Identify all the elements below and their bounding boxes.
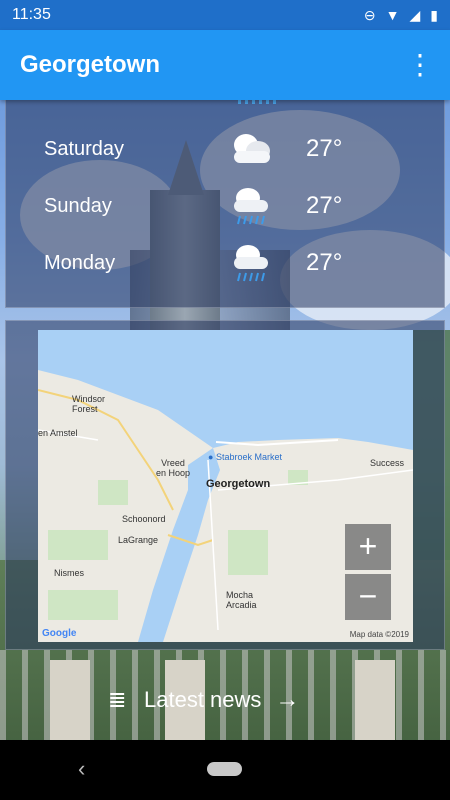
- status-bar: 11:35 ⊖ ▼ ◢ ▮: [0, 0, 450, 30]
- wifi-icon: ▼: [385, 7, 400, 23]
- home-pill-button[interactable]: [207, 762, 242, 776]
- battery-icon: ▮: [430, 6, 438, 23]
- temperature: 27°: [306, 249, 343, 276]
- arrow-right-icon: →: [275, 686, 300, 713]
- back-icon[interactable]: ‹: [78, 756, 85, 782]
- forecast-card: Saturday 27° Sunday 27° Monday 27°: [5, 95, 445, 308]
- day-label: Saturday: [44, 137, 125, 160]
- background-post: [50, 660, 90, 740]
- day-label: Sunday: [44, 194, 112, 217]
- google-logo: Google: [42, 628, 77, 639]
- rain-icon: [234, 188, 268, 225]
- map-label-stabroek-market: ● Stabroek Market: [208, 452, 282, 462]
- status-icons: ⊖ ▼ ◢ ▮: [364, 7, 438, 24]
- map-view[interactable]: Windsor Forest en Amstel Vreed en Hoop ●…: [38, 330, 413, 642]
- map-label-georgetown: Georgetown: [206, 478, 271, 490]
- day-label: Monday: [44, 251, 116, 274]
- map-label-stabroek-market-text: Stabroek Market: [215, 452, 282, 462]
- rain-icon: [234, 245, 268, 282]
- map-label-lagrange: LaGrange: [118, 535, 159, 545]
- map-attribution: Map data ©2019: [349, 630, 409, 639]
- map-label-success: Success: [370, 458, 405, 468]
- forecast-row: Saturday 27°: [6, 124, 446, 174]
- map-label-schoonord: Schoonord: [122, 514, 166, 524]
- map-label-en-amstel: en Amstel: [38, 428, 78, 438]
- forecast-row: Sunday 27°: [6, 181, 446, 231]
- zoom-out-button[interactable]: −: [345, 574, 391, 620]
- latest-news-link[interactable]: ≣ Latest news →: [108, 680, 299, 720]
- latest-news-label: Latest news: [144, 687, 262, 712]
- status-time: 11:35: [12, 6, 51, 23]
- list-icon: ≣: [108, 687, 127, 712]
- zoom-in-button[interactable]: +: [345, 524, 391, 570]
- app-bar: Georgetown ⋮: [0, 30, 450, 100]
- signal-icon: ◢: [409, 6, 421, 23]
- cloudy-icon: [234, 134, 270, 163]
- forecast-row: Monday 27°: [6, 238, 446, 288]
- dnd-icon: ⊖: [363, 6, 376, 23]
- temperature: 27°: [306, 192, 343, 219]
- map-pin-icon: ●: [208, 452, 214, 462]
- background-post: [355, 660, 395, 740]
- more-vert-icon[interactable]: ⋮: [406, 51, 434, 79]
- map-label-mocha-arcadia: Mocha Arcadia: [226, 590, 257, 610]
- app-title: Georgetown: [20, 51, 161, 78]
- map-label-nismes: Nismes: [54, 568, 85, 578]
- map-label-windsor-forest: Windsor Forest: [72, 394, 106, 414]
- temperature: 27°: [306, 135, 343, 162]
- map-label-vreed-en-hoop: Vreed en Hoop: [156, 458, 191, 478]
